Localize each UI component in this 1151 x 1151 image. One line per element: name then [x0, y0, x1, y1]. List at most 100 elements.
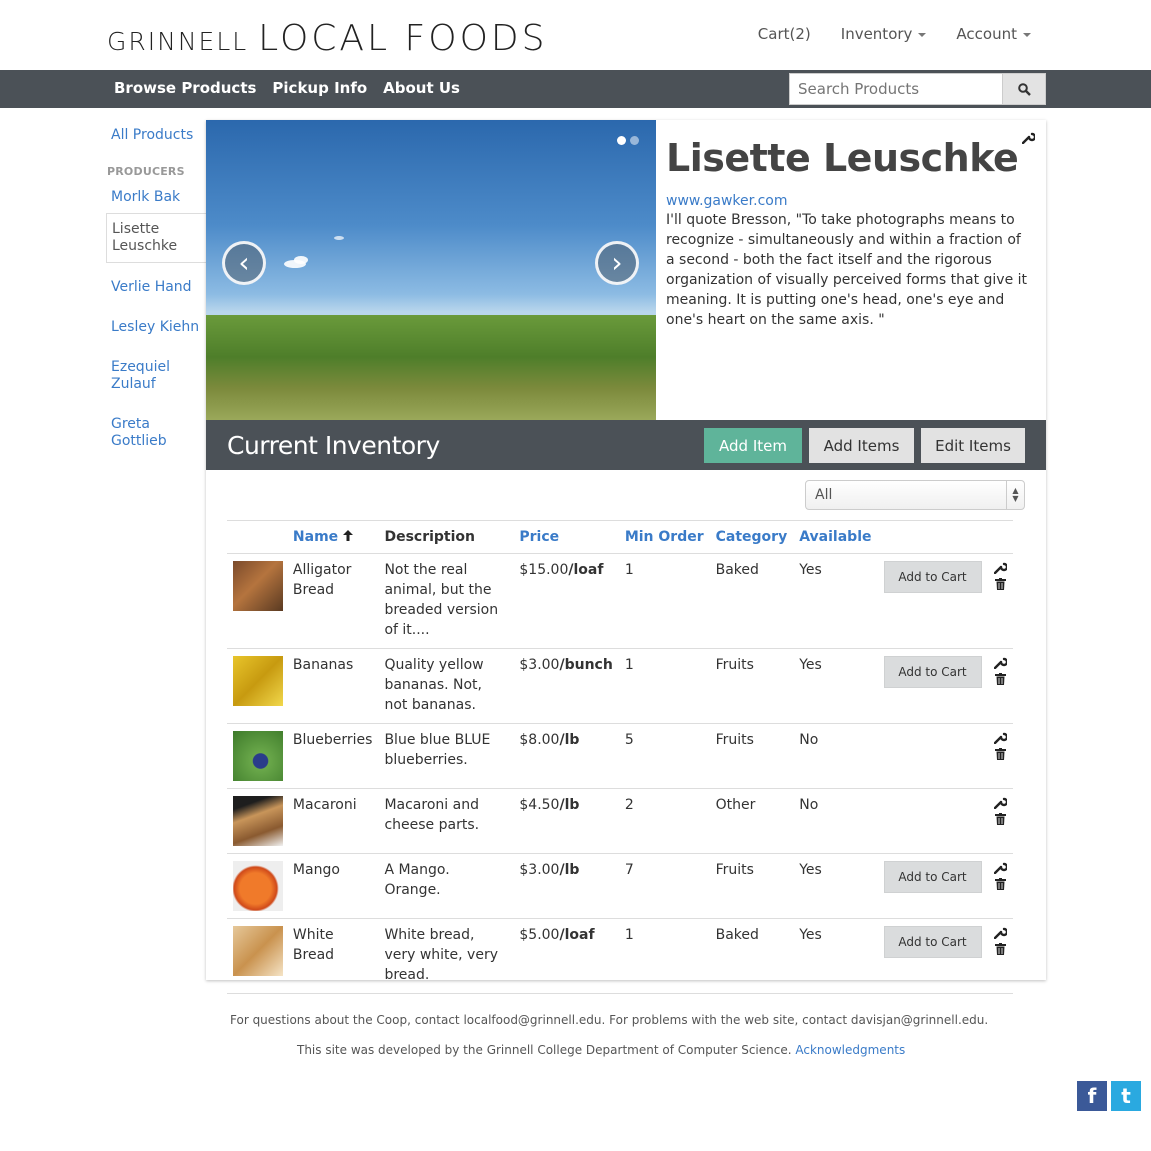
cloud-shape — [294, 256, 308, 264]
wrench-icon[interactable] — [993, 796, 1007, 809]
product-thumbnail[interactable] — [233, 731, 283, 781]
trash-icon[interactable] — [994, 813, 1006, 825]
product-thumbnail[interactable] — [233, 926, 283, 976]
inventory-menu[interactable]: Inventory — [841, 25, 927, 43]
product-image-cell — [227, 788, 287, 854]
trash-icon[interactable] — [994, 748, 1006, 760]
column-header-available[interactable]: Available — [793, 520, 878, 554]
producer-name: Lisette Leuschke — [666, 136, 1019, 180]
site-logo[interactable]: GRINNELL LOCAL FOODS — [107, 17, 548, 57]
wrench-icon[interactable] — [993, 861, 1007, 874]
sort-up-icon — [343, 530, 354, 541]
product-available: Yes — [793, 918, 878, 994]
producer-website-link[interactable]: www.gawker.com — [666, 193, 1031, 209]
filter-selected-value: All — [815, 487, 833, 503]
column-header-cart — [877, 520, 988, 554]
sidebar-item-producer[interactable]: Lesley Kiehn — [106, 312, 206, 343]
sidebar-item-all-products[interactable]: All Products — [106, 120, 206, 151]
column-header-price[interactable]: Price — [513, 520, 619, 554]
cloud-shape — [334, 236, 344, 240]
product-min-order: 5 — [618, 723, 710, 789]
carousel-prev-button[interactable]: ‹ — [222, 241, 266, 285]
footer-credit-text: This site was developed by the Grinnell … — [297, 1043, 792, 1057]
footer-contact-text: For questions about the Coop, contact lo… — [230, 1013, 989, 1027]
trash-icon[interactable] — [994, 578, 1006, 590]
add-item-button[interactable]: Add Item — [704, 428, 802, 463]
search-input[interactable] — [789, 73, 1003, 105]
product-price: $5.00 — [519, 927, 560, 943]
carousel-dot-active[interactable] — [617, 136, 626, 145]
table-row: Mango A Mango. Orange. $3.00/lb 7 Fruits Yes A… — [227, 853, 1013, 919]
edit-items-button[interactable]: Edit Items — [921, 428, 1025, 463]
sidebar-item-producer[interactable]: Verlie Hand — [106, 272, 206, 303]
actions-cell — [987, 918, 1013, 994]
product-name: Blueberries — [286, 723, 379, 789]
caret-down-icon — [918, 32, 927, 37]
facebook-icon[interactable]: f — [1077, 1081, 1107, 1111]
product-name: White Bread — [286, 918, 379, 994]
product-thumbnail[interactable] — [233, 796, 283, 846]
add-to-cart-button[interactable]: Add to Cart — [883, 561, 982, 593]
column-header-category[interactable]: Category — [709, 520, 794, 554]
actions-cell — [987, 648, 1013, 724]
product-description: A Mango. Orange. — [378, 853, 514, 919]
product-name: Macaroni — [286, 788, 379, 854]
trash-icon[interactable] — [994, 673, 1006, 685]
add-items-button[interactable]: Add Items — [809, 428, 914, 463]
browse-products-link[interactable]: Browse Products — [114, 79, 256, 97]
sidebar-item-producer[interactable]: Ezequiel Zulauf — [106, 352, 206, 400]
product-image-cell — [227, 918, 287, 994]
trash-icon[interactable] — [994, 943, 1006, 955]
top-header: GRINNELL LOCAL FOODS Cart(2) Inventory A… — [0, 0, 1151, 70]
about-us-link[interactable]: About Us — [383, 79, 460, 97]
wrench-icon[interactable] — [993, 731, 1007, 744]
product-description: White bread, very white, very bread. — [378, 918, 514, 994]
trash-icon[interactable] — [994, 878, 1006, 890]
product-category: Baked — [709, 918, 794, 994]
actions-cell — [987, 723, 1013, 789]
product-thumbnail[interactable] — [233, 561, 283, 611]
sidebar-item-producer[interactable]: Greta Gottlieb — [106, 409, 206, 457]
pickup-info-link[interactable]: Pickup Info — [272, 79, 367, 97]
add-to-cart-button[interactable]: Add to Cart — [883, 656, 982, 688]
product-available: Yes — [793, 853, 878, 919]
product-unit: /bunch — [559, 657, 613, 673]
column-header-actions — [987, 520, 1013, 554]
acknowledgments-link[interactable]: Acknowledgments — [795, 1043, 905, 1057]
product-unit: /lb — [559, 732, 580, 748]
column-header-name[interactable]: Name — [286, 520, 379, 554]
product-description: Not the real animal, but the breaded ver… — [378, 553, 514, 649]
product-thumbnail[interactable] — [233, 656, 283, 706]
wrench-icon[interactable] — [993, 561, 1007, 574]
cart-link[interactable]: Cart(2) — [758, 25, 811, 43]
product-price: $8.00 — [519, 732, 560, 748]
facebook-glyph: f — [1087, 1084, 1097, 1108]
add-to-cart-button[interactable]: Add to Cart — [883, 861, 982, 893]
product-price-cell: $4.50/lb — [513, 788, 619, 854]
caret-down-icon — [1023, 32, 1031, 37]
producer-info: Lisette Leuschke www.gawker.com I'll quo… — [666, 136, 1031, 330]
sidebar-item-producer-active[interactable]: Lisette Leuschke — [106, 213, 207, 263]
wrench-icon[interactable] — [993, 656, 1007, 669]
search-button[interactable] — [1003, 73, 1046, 105]
row-actions — [993, 795, 1008, 825]
twitter-icon[interactable]: t — [1111, 1081, 1141, 1111]
product-unit: /loaf — [559, 927, 595, 943]
carousel-dot[interactable] — [630, 136, 639, 145]
sidebar-item-producer[interactable]: Morlk Bak — [106, 182, 206, 213]
inventory-menu-label: Inventory — [840, 25, 913, 43]
product-category: Fruits — [709, 648, 794, 724]
account-menu[interactable]: Account — [956, 25, 1031, 43]
product-thumbnail[interactable] — [233, 861, 283, 911]
actions-cell — [987, 553, 1013, 649]
chevron-right-icon: › — [611, 246, 623, 279]
column-header-image — [227, 520, 287, 554]
table-row: Blueberries Blue blue BLUE blueberries. $8… — [227, 723, 1013, 789]
table-row: White Bread White bread, very white, very… — [227, 918, 1013, 994]
wrench-icon[interactable] — [993, 926, 1007, 939]
category-filter-select[interactable]: All ▲ ▼ — [805, 480, 1025, 510]
add-to-cart-button[interactable]: Add to Cart — [883, 926, 982, 958]
column-header-min-order[interactable]: Min Order — [618, 520, 710, 554]
product-price-cell: $3.00/bunch — [513, 648, 619, 724]
carousel-next-button[interactable]: › — [595, 241, 639, 285]
